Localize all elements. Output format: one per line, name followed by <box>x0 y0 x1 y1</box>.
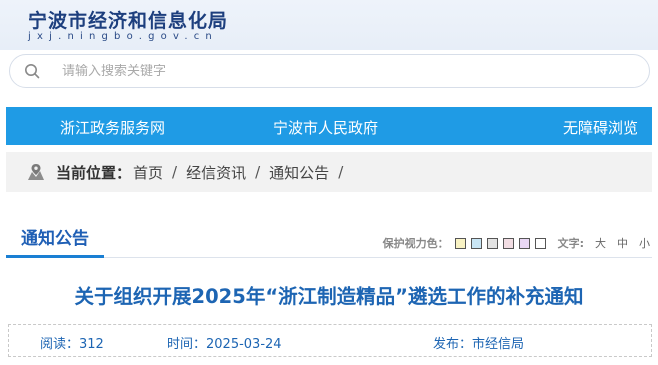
publisher: 发布：市经信局 <box>433 337 525 352</box>
nav-link-zhejiang-gov-service[interactable]: 浙江政务服务网 <box>60 117 165 138</box>
breadcrumb-home[interactable]: 首页 <box>133 162 163 183</box>
eye-color-swatch-yellow[interactable] <box>454 237 466 249</box>
reading-tools: 保护视力色： 文字: 大 中 小 <box>383 235 650 251</box>
tab-notices[interactable]: 通知公告 <box>6 218 104 258</box>
main-nav: 浙江政务服务网 宁波市人民政府 无障碍浏览 <box>6 107 652 145</box>
breadcrumb-label: 当前位置： <box>56 163 132 182</box>
site-domain: jxj.ningbo.gov.cn <box>28 31 218 42</box>
breadcrumb-notices[interactable]: 通知公告 <box>269 162 329 183</box>
eye-care-label: 保护视力色： <box>382 237 449 250</box>
section-tab-row: 通知公告 保护视力色： 文字: 大 中 小 <box>6 218 652 258</box>
eye-color-swatch-pink[interactable] <box>502 237 514 249</box>
publish-time: 时间：2025-03-24 <box>167 337 282 352</box>
font-size-small[interactable]: 小 <box>639 235 650 251</box>
eye-color-swatch-white[interactable] <box>534 237 546 249</box>
site-title[interactable]: 宁波市经济和信息化局 <box>28 6 228 33</box>
breadcrumb-separator: / <box>338 163 344 181</box>
nav-link-accessibility[interactable]: 无障碍浏览 <box>563 117 638 138</box>
article-title: 关于组织开展2025年“浙江制造精品”遴选工作的补充通知 <box>74 285 584 308</box>
font-size-label: 文字: <box>557 237 584 250</box>
nav-link-ningbo-gov[interactable]: 宁波市人民政府 <box>273 117 378 138</box>
font-size-medium[interactable]: 中 <box>617 235 628 251</box>
search-icon[interactable] <box>24 63 40 79</box>
search-bar[interactable] <box>9 54 650 88</box>
location-pin-icon <box>28 164 44 180</box>
eye-color-swatch-gray[interactable] <box>486 237 498 249</box>
breadcrumb-separator: / <box>172 163 178 181</box>
site-header: 宁波市经济和信息化局 jxj.ningbo.gov.cn <box>0 0 658 50</box>
font-size-large[interactable]: 大 <box>595 235 606 251</box>
eye-color-swatch-purple[interactable] <box>518 237 530 249</box>
search-input[interactable] <box>62 63 582 79</box>
article-meta: 阅读：312 时间：2025-03-24 发布：市经信局 <box>8 324 652 357</box>
read-count: 阅读：312 <box>40 337 104 352</box>
breadcrumb: 当前位置： 首页 / 经信资讯 / 通知公告 / <box>6 152 652 192</box>
eye-color-swatch-blue[interactable] <box>470 237 482 249</box>
breadcrumb-separator: / <box>255 163 261 181</box>
breadcrumb-news[interactable]: 经信资讯 <box>186 162 246 183</box>
